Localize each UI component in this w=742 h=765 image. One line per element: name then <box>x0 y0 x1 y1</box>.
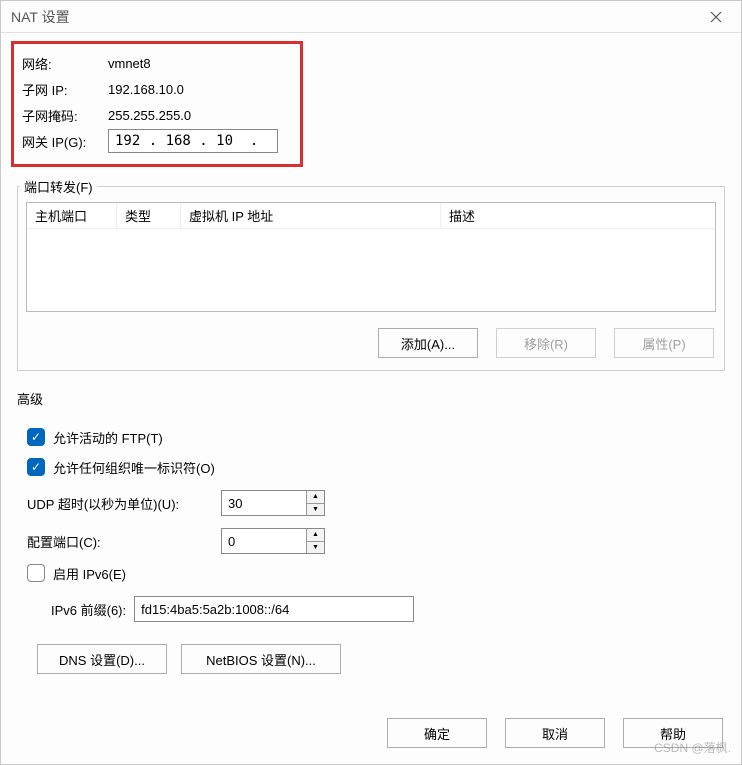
col-host-port[interactable]: 主机端口 <box>27 203 117 228</box>
port-forward-fieldset: 端口转发(F) 主机端口 类型 虚拟机 IP 地址 描述 添加(A)... 移除… <box>17 177 725 371</box>
checkbox-checked-icon[interactable]: ✓ <box>27 428 45 446</box>
udp-timeout-label: UDP 超时(以秒为单位)(U): <box>27 494 213 513</box>
ipv6-prefix-row: IPv6 前缀(6): <box>27 592 717 626</box>
subnet-mask-value: 255.255.255.0 <box>108 108 191 123</box>
udp-timeout-row: UDP 超时(以秒为单位)(U): ▲ ▼ <box>27 486 717 520</box>
advanced-title: 高级 <box>17 389 725 408</box>
ipv6-prefix-input[interactable] <box>134 596 414 622</box>
chevron-down-icon[interactable]: ▼ <box>307 504 324 516</box>
port-forward-table[interactable]: 主机端口 类型 虚拟机 IP 地址 描述 <box>26 202 716 312</box>
dns-settings-button[interactable]: DNS 设置(D)... <box>37 644 167 674</box>
advanced-section: ✓ 允许活动的 FTP(T) ✓ 允许任何组织唯一标识符(O) UDP 超时(以… <box>17 422 725 678</box>
network-row: 网络: vmnet8 <box>22 50 292 76</box>
config-port-input[interactable] <box>222 529 306 553</box>
ipv6-label: 启用 IPv6(E) <box>53 564 126 583</box>
cancel-button[interactable]: 取消 <box>505 718 605 748</box>
netbios-settings-button[interactable]: NetBIOS 设置(N)... <box>181 644 341 674</box>
properties-button: 属性(P) <box>614 328 714 358</box>
table-header: 主机端口 类型 虚拟机 IP 地址 描述 <box>27 203 715 229</box>
col-vm-ip[interactable]: 虚拟机 IP 地址 <box>181 203 441 228</box>
gateway-row: 网关 IP(G): <box>22 128 292 154</box>
nat-settings-window: NAT 设置 网络: vmnet8 子网 IP: 192.168.10.0 子网… <box>0 0 742 765</box>
subnet-mask-label: 子网掩码: <box>22 106 104 125</box>
network-value: vmnet8 <box>108 56 151 71</box>
ok-button[interactable]: 确定 <box>387 718 487 748</box>
network-label: 网络: <box>22 54 104 73</box>
titlebar: NAT 设置 <box>1 1 741 33</box>
remove-button: 移除(R) <box>496 328 596 358</box>
add-button[interactable]: 添加(A)... <box>378 328 478 358</box>
port-forward-buttons: 添加(A)... 移除(R) 属性(P) <box>18 320 724 370</box>
col-type[interactable]: 类型 <box>117 203 181 228</box>
col-desc[interactable]: 描述 <box>441 203 715 228</box>
footer-buttons: 确定 取消 帮助 <box>1 704 741 764</box>
help-button[interactable]: 帮助 <box>623 718 723 748</box>
oui-checkbox-row[interactable]: ✓ 允许任何组织唯一标识符(O) <box>27 452 717 482</box>
config-port-row: 配置端口(C): ▲ ▼ <box>27 524 717 558</box>
gateway-ip-input[interactable] <box>108 129 278 153</box>
port-forward-legend: 端口转发(F) <box>20 177 97 196</box>
config-port-stepper[interactable]: ▲ ▼ <box>221 528 325 554</box>
advanced-buttons: DNS 设置(D)... NetBIOS 设置(N)... <box>27 626 717 678</box>
chevron-up-icon[interactable]: ▲ <box>307 491 324 504</box>
subnet-ip-label: 子网 IP: <box>22 80 104 99</box>
checkbox-unchecked-icon[interactable] <box>27 564 45 582</box>
checkbox-checked-icon[interactable]: ✓ <box>27 458 45 476</box>
subnet-ip-row: 子网 IP: 192.168.10.0 <box>22 76 292 102</box>
network-info-highlight: 网络: vmnet8 子网 IP: 192.168.10.0 子网掩码: 255… <box>11 41 303 167</box>
udp-timeout-stepper[interactable]: ▲ ▼ <box>221 490 325 516</box>
window-title: NAT 设置 <box>11 7 701 27</box>
chevron-down-icon[interactable]: ▼ <box>307 542 324 554</box>
udp-timeout-input[interactable] <box>222 491 306 515</box>
content-area: 网络: vmnet8 子网 IP: 192.168.10.0 子网掩码: 255… <box>1 33 741 704</box>
chevron-up-icon[interactable]: ▲ <box>307 529 324 542</box>
ipv6-prefix-label: IPv6 前缀(6): <box>51 600 126 619</box>
subnet-mask-row: 子网掩码: 255.255.255.0 <box>22 102 292 128</box>
ftp-checkbox-row[interactable]: ✓ 允许活动的 FTP(T) <box>27 422 717 452</box>
close-icon[interactable] <box>701 2 731 32</box>
subnet-ip-value: 192.168.10.0 <box>108 82 184 97</box>
ftp-label: 允许活动的 FTP(T) <box>53 428 163 447</box>
gateway-label: 网关 IP(G): <box>22 132 104 151</box>
config-port-label: 配置端口(C): <box>27 532 213 551</box>
oui-label: 允许任何组织唯一标识符(O) <box>53 458 215 477</box>
ipv6-checkbox-row[interactable]: 启用 IPv6(E) <box>27 558 717 588</box>
